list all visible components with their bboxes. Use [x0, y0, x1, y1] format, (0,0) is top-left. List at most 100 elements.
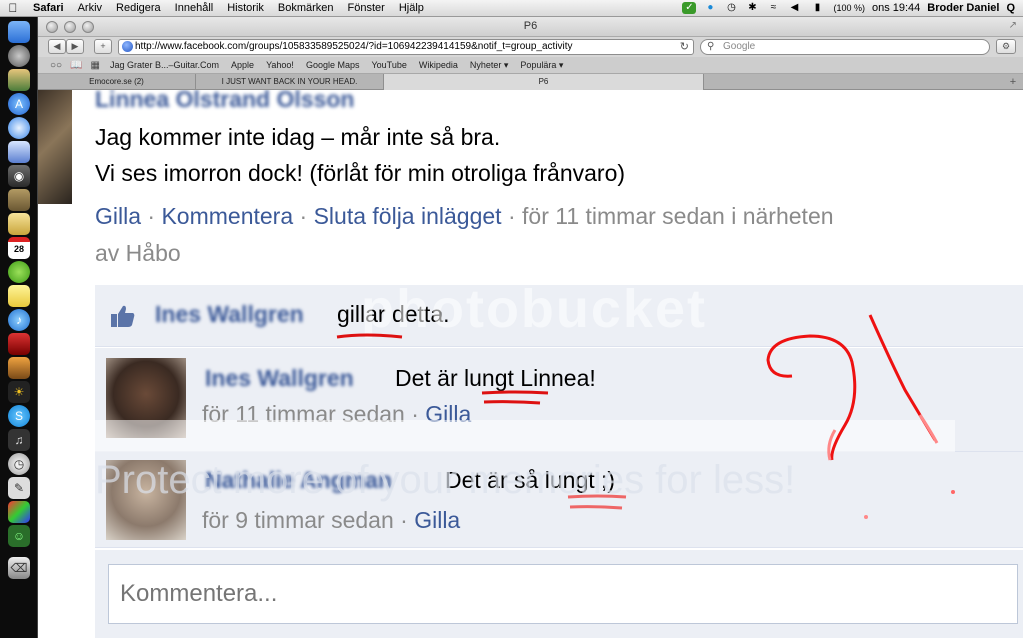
clock-icon[interactable]: ◷ — [8, 453, 30, 475]
post-timestamp: för 11 timmar sedan i närheten — [522, 203, 834, 229]
guitar-icon[interactable]: ♫ — [8, 429, 30, 451]
separator: · — [400, 507, 408, 533]
post-actions: Gilla · Kommentera · Sluta följa inlägge… — [95, 203, 834, 230]
new-tab-button[interactable]: + — [1003, 74, 1023, 89]
separator: · — [507, 203, 516, 229]
thumbs-up-icon — [111, 305, 135, 327]
apple-menu-icon[interactable]:  — [0, 1, 26, 15]
post-comment-link[interactable]: Kommentera — [161, 203, 293, 229]
comment-meta: för 11 timmar sedan · Gilla — [202, 401, 471, 428]
post-author[interactable]: Linnea Olstrand Olsson — [95, 90, 354, 113]
reading-list-icon[interactable]: ○○ — [46, 60, 66, 71]
browser-toolbar: ◀ ▶ + http://www.facebook.com/groups/105… — [38, 37, 1023, 57]
menu-fonster[interactable]: Fönster — [341, 2, 392, 14]
poster-avatar[interactable] — [38, 90, 72, 204]
iphoto-icon[interactable] — [8, 357, 30, 379]
window-title: P6 — [523, 20, 538, 32]
comment-item: Nathalie Angman Det är så lungt ;) för 9… — [95, 452, 1023, 548]
fullscreen-icon[interactable]: ↗ — [1009, 20, 1017, 31]
bookmark-yahoo[interactable]: Yahoo! — [260, 60, 300, 70]
comment-time: för 11 timmar sedan — [202, 401, 405, 427]
preview-icon[interactable] — [8, 141, 30, 163]
comment-text: Det är lungt Linnea! — [395, 365, 596, 391]
comment-meta: för 9 timmar sedan · Gilla — [202, 507, 460, 534]
battery-icon[interactable]: ▮ — [808, 2, 826, 14]
commenter-avatar[interactable] — [106, 358, 186, 438]
search-field[interactable]: ⚲ Google — [700, 39, 990, 55]
menu-user[interactable]: Broder Daniel — [927, 2, 999, 14]
comment-time: för 9 timmar sedan — [202, 507, 394, 533]
wifi-icon[interactable]: ≈ — [766, 2, 780, 14]
likes-names[interactable]: Ines Wallgren — [155, 301, 304, 328]
itunes-icon[interactable]: ♪ — [8, 309, 30, 331]
bookmark-populara[interactable]: Populära ▾ — [514, 60, 569, 71]
menu-hjalp[interactable]: Hjälp — [392, 2, 431, 14]
comment-input[interactable] — [108, 564, 1018, 624]
tab-bar: Emocore.se (2) I JUST WANT BACK IN YOUR … — [38, 74, 1023, 90]
menu-app-safari[interactable]: Safari — [26, 2, 71, 14]
comment-like-link[interactable]: Gilla — [425, 401, 471, 427]
gimp-icon[interactable] — [8, 189, 30, 211]
time-machine-icon[interactable]: ◷ — [724, 2, 738, 14]
menu-arkiv[interactable]: Arkiv — [71, 2, 109, 14]
facetime-icon[interactable]: ◉ — [8, 165, 30, 187]
menu-extras: ✓ ● ◷ ✱ ≈ ◀ ▮ (100 %) ons 19:44 Broder D… — [682, 2, 1023, 14]
stickies-icon[interactable] — [8, 285, 30, 307]
menu-redigera[interactable]: Redigera — [109, 2, 168, 14]
tab-emocore[interactable]: Emocore.se (2) — [38, 74, 196, 90]
bookmark-nyheter[interactable]: Nyheter ▾ — [464, 60, 515, 71]
comment-text: Det är så lungt ;) — [445, 467, 616, 493]
spotify-icon[interactable] — [8, 261, 30, 283]
add-bookmark-button[interactable]: + — [94, 39, 112, 54]
skype-status-icon[interactable]: ● — [703, 2, 717, 14]
pencil-icon[interactable]: ✎ — [8, 477, 30, 499]
post-text-line-1: Jag kommer inte idag – mår inte så bra. — [95, 124, 501, 150]
post-unfollow-link[interactable]: Sluta följa inlägget — [314, 203, 502, 229]
calendar-icon[interactable]: 28 — [8, 237, 30, 259]
bookmark-apple[interactable]: Apple — [225, 60, 260, 70]
comment-item: Ines Wallgren Det är lungt Linnea! för 1… — [95, 348, 1023, 452]
commenter-name[interactable]: Nathalie Angman — [205, 467, 392, 494]
safari-icon[interactable] — [8, 117, 30, 139]
menu-clock[interactable]: ons 19:44 — [872, 2, 920, 14]
bookmark-guitar[interactable]: Jag Grater B...–Guitar.Com — [104, 60, 225, 70]
top-sites-icon[interactable]: ▦ — [87, 60, 104, 71]
tab-i-just-want-back[interactable]: I JUST WANT BACK IN YOUR HEAD. — [196, 74, 384, 90]
spotlight-icon[interactable]: Q — [1006, 2, 1015, 14]
notes-icon[interactable] — [8, 213, 30, 235]
messenger-icon[interactable]: ☺ — [8, 525, 30, 547]
bookmark-wikipedia[interactable]: Wikipedia — [413, 60, 464, 70]
reload-icon[interactable]: ↻ — [680, 40, 689, 54]
sun-icon[interactable]: ☀ — [8, 381, 30, 403]
rocket-icon[interactable] — [8, 45, 30, 67]
checkmark-status-icon[interactable]: ✓ — [682, 2, 697, 14]
bookmark-google-maps[interactable]: Google Maps — [300, 60, 366, 70]
app-store-icon[interactable]: A — [8, 93, 30, 115]
volume-icon[interactable]: ◀ — [787, 2, 801, 14]
bookmarks-book-icon[interactable]: 📖 — [66, 60, 86, 71]
menu-bokmarken[interactable]: Bokmärken — [271, 2, 341, 14]
skype-icon[interactable]: S — [8, 405, 30, 427]
facebook-page: Linnea Olstrand Olsson Jag kommer inte i… — [38, 90, 1023, 638]
forward-button[interactable]: ▶ — [66, 39, 84, 54]
comment-like-link[interactable]: Gilla — [414, 507, 460, 533]
bookmark-youtube[interactable]: YouTube — [365, 60, 412, 70]
commenter-name[interactable]: Ines Wallgren — [205, 365, 354, 392]
finder-icon[interactable] — [8, 21, 30, 43]
chart-icon[interactable] — [8, 501, 30, 523]
menu-historik[interactable]: Historik — [220, 2, 271, 14]
bluetooth-icon[interactable]: ✱ — [745, 2, 759, 14]
post-like-link[interactable]: Gilla — [95, 203, 141, 229]
separator: · — [411, 401, 419, 427]
menu-innehall[interactable]: Innehåll — [168, 2, 221, 14]
address-url: http://www.facebook.com/groups/105833589… — [135, 41, 573, 52]
post-text-line-2: Vi ses imorron dock! (förlåt för min otr… — [95, 160, 626, 186]
photo-icon[interactable] — [8, 69, 30, 91]
tab-p6[interactable]: P6 — [384, 74, 704, 90]
photobooth-icon[interactable] — [8, 333, 30, 355]
settings-gear-icon[interactable]: ⚙ — [996, 39, 1016, 54]
address-bar[interactable]: http://www.facebook.com/groups/105833589… — [118, 39, 694, 55]
commenter-avatar[interactable] — [106, 460, 186, 540]
trash-icon[interactable]: ⌫ — [8, 557, 30, 579]
back-button[interactable]: ◀ — [48, 39, 66, 54]
